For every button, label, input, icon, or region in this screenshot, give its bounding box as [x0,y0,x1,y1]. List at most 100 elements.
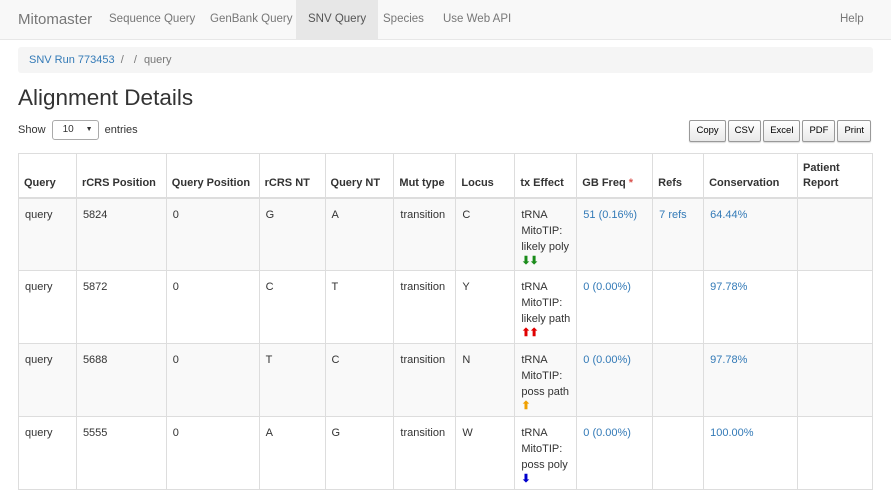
cell-rcrs-position-text: 5688 [82,354,108,366]
cell-locus-text: Y [462,281,470,293]
tx-effect-line: tRNA [521,281,548,293]
cell-locus-text: N [462,354,471,366]
column-header-refs[interactable]: Refs [652,153,705,199]
page-title: Alignment Details [18,85,194,110]
cell-query-text: query [25,427,53,439]
cell-query-position: 0 [165,270,260,344]
mitotip-arrow-icon: ⬆ [521,400,530,412]
mitotip-arrow-icon: ⬆⬆ [521,327,538,339]
cell-query-nt: C [324,343,395,417]
tx-effect-line: tRNA [521,427,548,439]
print-button[interactable]: Print [837,120,871,142]
breadcrumb-snv-run-link[interactable]: SNV Run 773453 [29,54,115,66]
nav-genbank-query[interactable]: GenBank Query [198,0,304,39]
nav-help[interactable]: Help [828,0,876,39]
cell-query-nt-text: A [331,208,339,221]
cell-query-position-text: 0 [172,208,179,221]
cell-query-nt: G [324,416,395,490]
column-header-mut-type[interactable]: Mut type [393,153,457,199]
cell-gb-freq: 51 (0.16%) [576,197,654,271]
table-row: query 5872 0 C Ttransition YtRNA MitoTIP: likel… [18,270,873,344]
breadcrumb: SNV Run 773453 / / query [18,47,873,73]
table-header-row: Query rCRS Position Query Position rCRS … [18,153,873,199]
cell-tx-effect: tRNA MitoTIP: poss path ⬆ [514,343,578,417]
cell-refs [652,270,705,344]
mitotip-arrow-icon: ⬇ [521,473,530,485]
cell-rcrs-position-text: 5555 [82,427,108,439]
cell-locus-text: W [462,427,473,439]
cell-patient-report [797,343,873,417]
copy-button[interactable]: Copy [689,120,726,142]
cell-locus: Y [455,270,516,344]
pdf-button[interactable]: PDF [802,120,836,142]
column-header-query[interactable]: Query [18,153,77,199]
csv-button[interactable]: CSV [727,120,762,142]
cell-conservation-text[interactable]: 100.00% [710,427,753,439]
column-header-query-nt[interactable]: Query NT [324,153,395,199]
cell-refs: 7 refs [652,197,705,271]
column-header-gb-freq[interactable]: GB Freq * [576,153,654,199]
cell-query-text: query [25,281,53,293]
cell-query: query [18,197,77,271]
column-header-query-position[interactable]: Query Position [165,153,260,199]
cell-rcrs-nt-text: A [265,427,273,439]
nav-sequence-query[interactable]: Sequence Query [97,0,207,39]
nav-use-web-api[interactable]: Use Web API [431,0,523,39]
cell-rcrs-position-text: 5824 [82,208,108,221]
cell-query-position-text: 0 [172,354,179,366]
cell-query-position: 0 [165,416,260,490]
table-row: query 5688 0 T Ctransition NtRNA MitoTIP: poss … [18,343,873,417]
cell-rcrs-nt-text: G [265,208,275,221]
cell-query-text: query [25,208,53,221]
brand-link[interactable]: Mitomaster [18,11,92,28]
cell-gb-freq-text[interactable]: 0 (0.00%) [583,281,631,293]
table-row: query 5824 0 G Atransition CtRNA MitoTIP: likel… [18,197,873,271]
cell-query-position: 0 [165,197,260,271]
cell-query: query [18,343,77,417]
column-header-tx-effect[interactable]: tx Effect [514,153,578,199]
cell-tx-effect: tRNA MitoTIP: likely path ⬆⬆ [514,270,578,344]
entries-length-control: Show 10 ▼ entries [18,120,138,141]
cell-query-position-text: 0 [172,427,179,439]
cell-gb-freq-text[interactable]: 51 (0.16%) [583,209,637,221]
table-row: query 5555 0 A Gtransition WtRNA MitoTIP: poss … [18,416,873,490]
cell-mut-type: transition [393,416,457,490]
column-header-rcrs-nt[interactable]: rCRS NT [258,153,326,199]
cell-refs [652,343,705,417]
tx-effect-line: likely poly [521,240,570,253]
cell-rcrs-nt: A [258,416,326,490]
column-header-rcrs-position[interactable]: rCRS Position [75,153,167,199]
cell-gb-freq-text[interactable]: 0 (0.00%) [583,427,631,439]
cell-query-nt: A [324,197,395,271]
mitotip-arrow-icon: ⬇⬇ [521,254,538,267]
tx-effect-line: MitoTIP: [521,297,563,309]
column-header-conservation[interactable]: Conservation [703,153,799,199]
cell-conservation: 97.78% [703,270,799,344]
column-header-patient-report[interactable]: Patient Report [797,153,873,199]
cell-conservation-text[interactable]: 97.78% [710,281,747,293]
cell-mut-type: transition [393,343,457,417]
cell-mut-type-text: transition [400,208,446,221]
nav-snv-query[interactable]: SNV Query [296,0,379,39]
cell-locus: W [455,416,516,490]
cell-conservation-text[interactable]: 97.78% [710,354,747,366]
cell-conservation-text[interactable]: 64.44% [710,209,747,221]
cell-refs [652,416,705,490]
cell-locus: N [455,343,516,417]
navbar: Mitomaster Sequence Query GenBank Query … [0,0,891,40]
cell-rcrs-nt: T [258,343,326,417]
cell-gb-freq-text[interactable]: 0 (0.00%) [583,354,631,366]
excel-button[interactable]: Excel [763,120,801,142]
tx-effect-line: MitoTIP: [521,370,563,382]
column-header-locus[interactable]: Locus [455,153,516,199]
cell-rcrs-nt: G [258,197,326,271]
cell-rcrs-position: 5688 [75,343,167,417]
cell-rcrs-position: 5872 [75,270,167,344]
nav-species[interactable]: Species [371,0,436,39]
cell-conservation: 64.44% [703,197,799,271]
cell-refs-text[interactable]: 7 refs [659,209,687,221]
gb-freq-label: GB Freq [582,176,626,189]
export-buttons: Copy CSV Excel PDF Print [689,120,871,142]
cell-rcrs-position: 5824 [75,197,167,271]
entries-select[interactable]: 10 ▼ [51,120,99,141]
